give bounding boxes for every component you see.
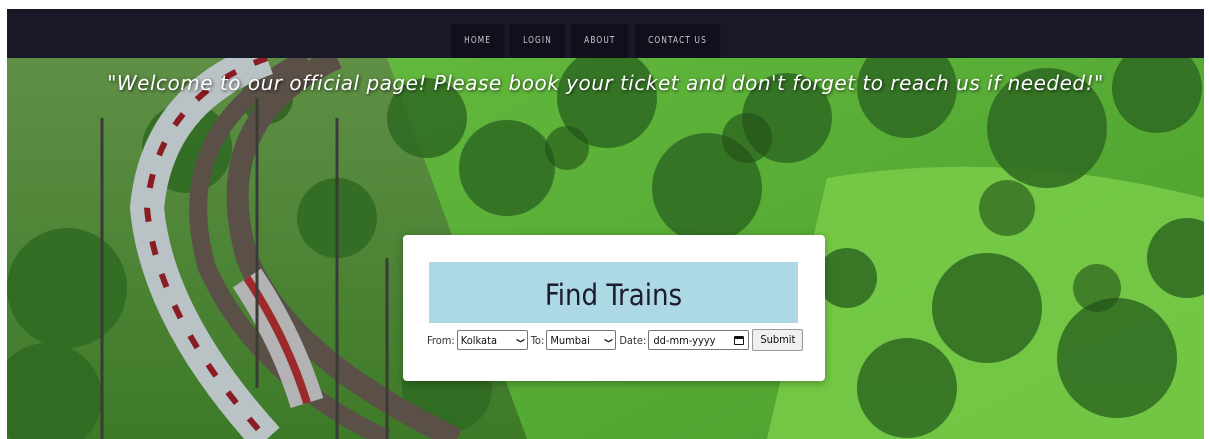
calendar-icon[interactable]: [734, 335, 745, 345]
date-placeholder: dd-mm-yyyy: [653, 333, 716, 347]
page-frame: HOME LOGIN ABOUT CONTACT US "Welcome to …: [7, 9, 1204, 439]
top-navbar: HOME LOGIN ABOUT CONTACT US: [7, 9, 1204, 58]
search-form: From: Kolkata ❯ To: Mumbai ❯ Date: dd-mm…: [427, 329, 804, 351]
to-select[interactable]: Mumbai ❯: [546, 330, 617, 350]
from-value: Kolkata: [460, 333, 498, 347]
date-input[interactable]: dd-mm-yyyy: [648, 330, 750, 350]
submit-button[interactable]: Submit: [752, 329, 804, 351]
to-label: To:: [530, 333, 545, 347]
from-label: From:: [427, 333, 455, 347]
date-label: Date:: [619, 333, 647, 347]
nav-about[interactable]: ABOUT: [571, 24, 629, 58]
nav-home[interactable]: HOME: [451, 24, 505, 58]
welcome-message: "Welcome to our official page! Please bo…: [107, 71, 1104, 95]
chevron-down-icon: ❯: [516, 336, 526, 344]
nav-contact-us[interactable]: CONTACT US: [635, 24, 721, 58]
to-value: Mumbai: [550, 333, 590, 347]
chevron-down-icon: ❯: [604, 336, 614, 344]
find-trains-card: Find Trains From: Kolkata ❯ To: Mumbai ❯…: [403, 235, 825, 381]
main-nav: HOME LOGIN ABOUT CONTACT US: [451, 24, 739, 58]
nav-login[interactable]: LOGIN: [509, 24, 565, 58]
from-select[interactable]: Kolkata ❯: [456, 330, 528, 350]
find-trains-heading: Find Trains: [429, 262, 798, 323]
